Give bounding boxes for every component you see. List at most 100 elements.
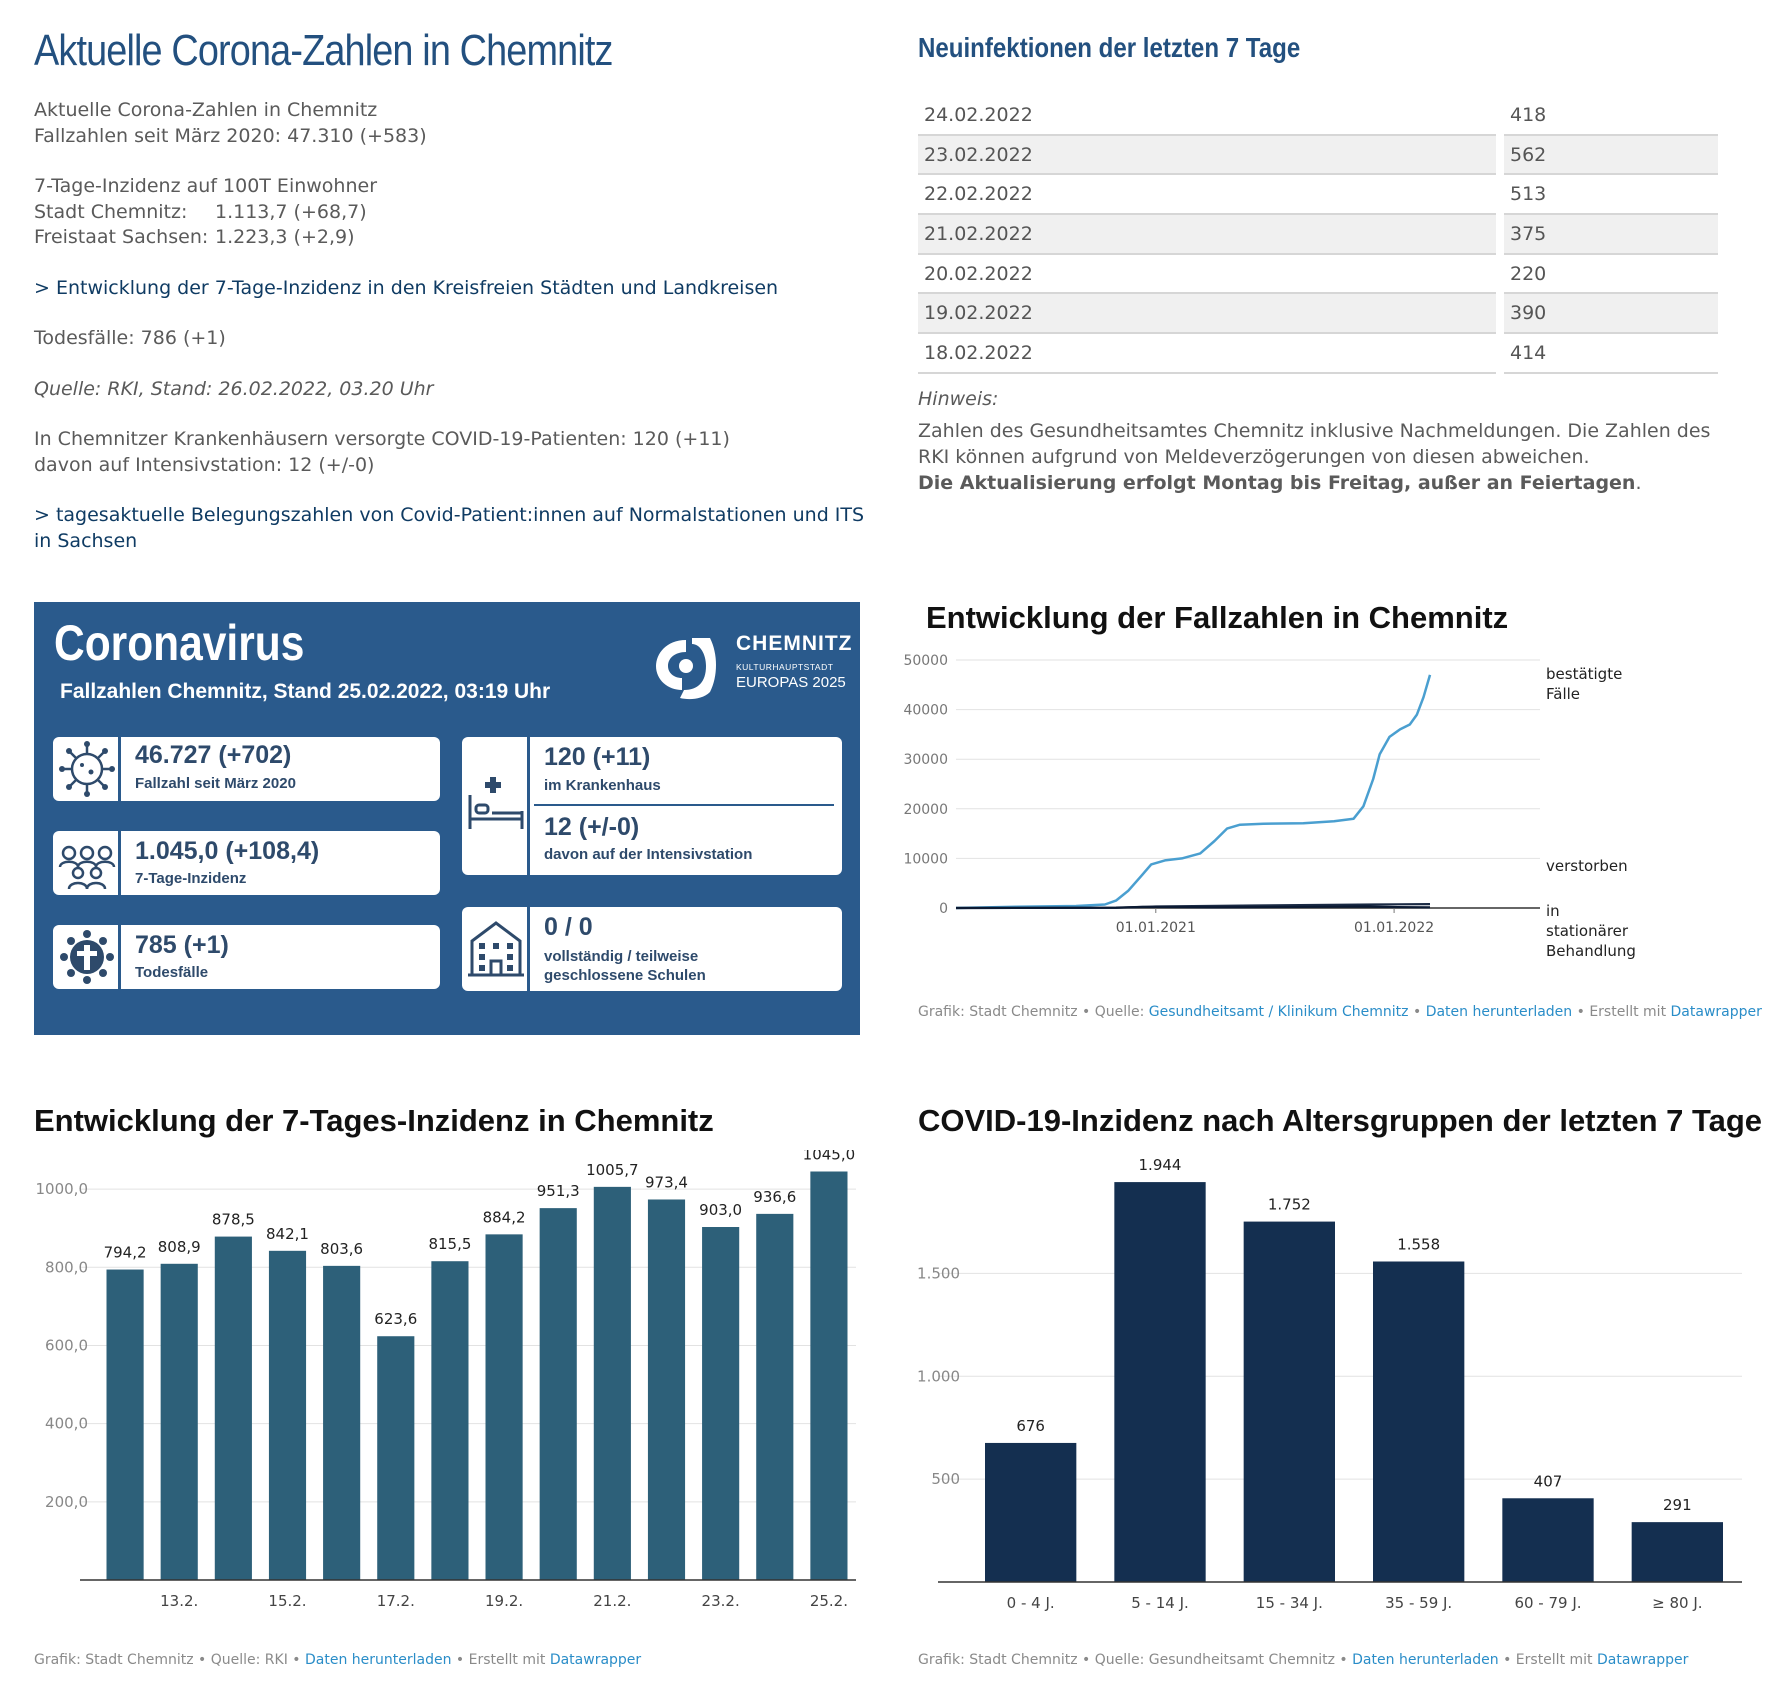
deaths-text: Todesfälle: 786 (+1) <box>34 327 226 349</box>
y-tick-label: 0 <box>939 901 948 917</box>
value-cell: 513 <box>1504 175 1718 216</box>
state-incidence-label: Freistaat Sachsen: <box>34 226 209 248</box>
icu-value: 12 (+/-0) <box>544 813 640 841</box>
incidence-value: 1.045,0 (+108,4) <box>135 837 320 865</box>
series-label: stationärer <box>1546 922 1629 940</box>
icu-label: davon auf der Intensivstation <box>544 846 753 863</box>
city-incidence-label: Stadt Chemnitz: <box>34 200 188 223</box>
bar <box>539 1208 577 1580</box>
table-row: 21.02.2022 375 <box>918 215 1718 255</box>
icu-text: davon auf Intensivstation: 12 (+/-0) <box>34 453 375 476</box>
bar <box>1373 1261 1465 1582</box>
hospital-occupancy-link[interactable]: > tagesaktuelle Belegungszahlen von Covi… <box>34 504 864 552</box>
hospital-value: 120 (+11) <box>544 743 651 771</box>
y-tick-label: 1.000 <box>917 1367 960 1385</box>
x-tick-label: 23.2. <box>702 1592 740 1610</box>
city-incidence-value: 1.113,7 (+68,7) <box>215 200 367 223</box>
table-row: 23.02.2022 562 <box>918 135 1718 176</box>
series-label: bestätigte <box>1546 665 1622 683</box>
deaths-card: 785 (+1) Todesfälle <box>53 925 440 989</box>
bar-value-label: 973,4 <box>645 1173 688 1191</box>
date-cell: 20.02.2022 <box>918 255 1496 295</box>
bar <box>106 1269 144 1580</box>
source-text: Quelle: RKI, Stand: 26.02.2022, 03.20 Uh… <box>34 377 434 400</box>
source-link[interactable]: Gesundheitsamt / Klinikum Chemnitz <box>1149 1004 1409 1020</box>
download-data-link[interactable]: Daten herunterladen <box>1352 1652 1498 1668</box>
download-data-link[interactable]: Daten herunterladen <box>305 1652 451 1668</box>
bar-value-label: 803,6 <box>320 1240 363 1258</box>
bar-value-label: 407 <box>1534 1472 1563 1490</box>
footer-made-with: • Erstellt mit <box>1498 1652 1597 1668</box>
x-tick-label: 19.2. <box>485 1592 523 1610</box>
bar-value-label: 878,5 <box>212 1211 255 1229</box>
bar <box>268 1250 307 1580</box>
bar <box>160 1263 198 1580</box>
y-tick-label: 1.500 <box>917 1264 960 1282</box>
schools-value: 0 / 0 <box>544 913 593 941</box>
cases-chart-footer: Grafik: Stadt Chemnitz • Quelle: Gesundh… <box>918 1004 1762 1020</box>
series-label: Behandlung <box>1546 942 1636 960</box>
bar-value-label: 936,6 <box>753 1188 796 1206</box>
bar-value-label: 676 <box>1016 1417 1045 1435</box>
bar-value-label: 1.558 <box>1397 1235 1440 1253</box>
bar-value-label: 815,5 <box>428 1235 471 1253</box>
x-tick-label: 17.2. <box>377 1592 415 1610</box>
cases-value: 46.727 (+702) <box>135 741 292 769</box>
bar <box>1114 1182 1206 1582</box>
hospital-label: im Krankenhaus <box>544 777 661 794</box>
cases-label: Fallzahl seit März 2020 <box>135 775 296 792</box>
virus-cross-icon <box>53 925 121 989</box>
date-cell: 24.02.2022 <box>918 96 1496 136</box>
hospital-text: In Chemnitzer Krankenhäusern versorgte C… <box>34 428 730 450</box>
incidence-districts-link[interactable]: > Entwicklung der 7-Tage-Inzidenz in den… <box>34 277 778 299</box>
date-cell: 22.02.2022 <box>918 175 1496 216</box>
schools-card: 0 / 0 vollständig / teilweise geschlosse… <box>462 907 842 991</box>
incidence-heading: 7-Tage-Inzidenz auf 100T Einwohner <box>34 175 378 197</box>
x-tick-label: 15 - 34 J. <box>1256 1594 1323 1612</box>
bar-value-label: 842,1 <box>266 1225 309 1243</box>
series-label: Fälle <box>1546 685 1580 703</box>
deaths-value: 785 (+1) <box>135 931 229 959</box>
footer-separator: • <box>1408 1004 1426 1020</box>
school-building-icon <box>462 907 530 991</box>
datawrapper-link[interactable]: Datawrapper <box>1597 1652 1688 1668</box>
bar <box>214 1236 252 1580</box>
y-tick-label: 50000 <box>903 653 948 669</box>
series-label: in <box>1546 902 1560 920</box>
new-infections-table: 24.02.2022 418 23.02.2022 562 22.02.2022 513 2… <box>910 96 1726 374</box>
y-tick-label: 600,0 <box>45 1336 88 1354</box>
hint-label: Hinweis: <box>918 388 999 410</box>
page-title: Aktuelle Corona-Zahlen in Chemnitz <box>34 26 613 75</box>
bar <box>1631 1522 1723 1582</box>
bar <box>593 1186 631 1580</box>
bar-value-label: 1.944 <box>1139 1156 1182 1174</box>
x-tick-label: ≥ 80 J. <box>1652 1594 1702 1612</box>
y-tick-label: 200,0 <box>45 1493 88 1511</box>
total-cases-text: Fallzahlen seit März 2020: 47.310 (+583) <box>34 124 427 147</box>
new-infections-title: Neuinfektionen der letzten 7 Tage <box>918 32 1301 63</box>
datawrapper-link[interactable]: Datawrapper <box>550 1652 641 1668</box>
hospital-bed-icon <box>462 737 530 875</box>
series-label: verstorben <box>1546 857 1628 875</box>
x-tick-label: 60 - 79 J. <box>1514 1594 1581 1612</box>
table-row: 19.02.2022 390 <box>918 294 1718 335</box>
footer-prefix: Grafik: Stadt Chemnitz • Quelle: Gesundh… <box>918 1652 1353 1668</box>
datawrapper-link[interactable]: Datawrapper <box>1671 1004 1762 1020</box>
y-tick-label: 800,0 <box>45 1258 88 1276</box>
download-data-link[interactable]: Daten herunterladen <box>1426 1004 1572 1020</box>
age-chart-title: COVID-19-Inzidenz nach Altersgruppen der… <box>918 1103 1763 1138</box>
chemnitz-logo: CHEMNITZ KULTURHAUPTSTADT EUROPAS 2025 <box>652 632 852 702</box>
age-chart-footer: Grafik: Stadt Chemnitz • Quelle: Gesundh… <box>918 1652 1688 1668</box>
bar-value-label: 808,9 <box>158 1238 201 1256</box>
bar <box>431 1261 469 1580</box>
hint-update-text: Die Aktualisierung erfolgt Montag bis Fr… <box>918 472 1636 494</box>
hospital-card: 120 (+11) im Krankenhaus 12 (+/-0) davon… <box>462 737 842 875</box>
footer-prefix: Grafik: Stadt Chemnitz • Quelle: <box>918 1004 1149 1020</box>
value-cell: 390 <box>1504 294 1718 335</box>
hospital-divider <box>534 804 834 806</box>
date-cell: 23.02.2022 <box>918 135 1496 176</box>
x-tick-label: 01.01.2021 <box>1116 920 1196 936</box>
bar-value-label: 951,3 <box>537 1182 580 1200</box>
table-row: 22.02.2022 513 <box>918 175 1718 216</box>
incidence-card: 1.045,0 (+108,4) 7-Tage-Inzidenz <box>53 831 440 895</box>
